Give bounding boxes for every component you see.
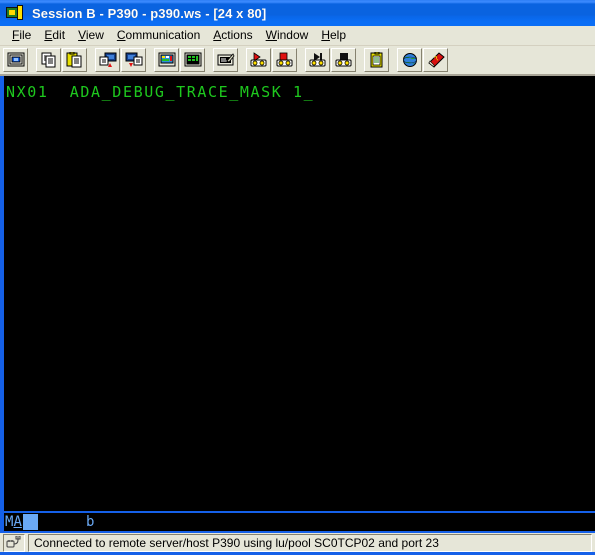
window-title: Session B - P390 - p390.ws - [24 x 80] [32,5,267,21]
play-macro-icon [309,52,327,68]
menu-rest-file: ile [19,28,32,42]
oia-indicator-underlined: A [13,514,22,530]
edit-screen-icon [217,52,235,68]
connection-plug-icon[interactable] [3,533,25,552]
menu-accel-window: W [265,28,277,42]
terminal-line-1-text: NX01 ADA_DEBUG_TRACE_MASK 1 [6,83,304,101]
toolbar-group-display [154,48,206,72]
toolbar-button-paste[interactable] [62,48,87,72]
toolbar-button-globe[interactable] [397,48,422,72]
terminal-screen[interactable]: NX01 ADA_DEBUG_TRACE_MASK 1_ [0,76,595,511]
menu-item-help[interactable]: Help [315,27,353,44]
toolbar-button-record-macro[interactable] [246,48,271,72]
toolbar-group-record [246,48,298,72]
toolbar-group-clipboard [36,48,88,72]
toolbar-group-session [3,48,29,72]
receive-file-icon [125,52,143,68]
copy-icon [40,52,58,68]
menu-item-communication[interactable]: Communication [111,27,207,44]
stop-playing-icon [335,52,353,68]
toolbar-group-help: ? [397,48,449,72]
toolbar-button-help[interactable]: ? [423,48,448,72]
toolbar-button-keypad[interactable] [180,48,205,72]
display-setup-icon [158,52,176,68]
menu-item-actions[interactable]: Actions [207,27,259,44]
record-macro-icon [250,52,268,68]
toolbar-button-stop-recording[interactable] [272,48,297,72]
status-bar: Connected to remote server/host P390 usi… [0,533,595,555]
menu-bar: File Edit View Communication Actions Win… [0,26,595,46]
menu-item-window[interactable]: Window [260,27,316,44]
toolbar-group-notepad [364,48,390,72]
toolbar-group-filetransfer [95,48,147,72]
menu-rest-edit: dit [52,28,66,42]
menu-rest-communication: ommunication [125,28,201,42]
title-bar[interactable]: Session B - P390 - p390.ws - [24 x 80] [0,0,595,26]
toolbar-button-display-session[interactable] [3,48,28,72]
terminal-cursor: _ [303,83,315,101]
menu-rest-view: iew [85,28,104,42]
display-session-icon [7,52,25,68]
menu-item-view[interactable]: View [72,27,111,44]
toolbar-button-clipboard[interactable] [364,48,389,72]
toolbar-button-edit-screen[interactable] [213,48,238,72]
menu-item-edit[interactable]: Edit [38,27,72,44]
toolbar-button-receive-file[interactable] [121,48,146,72]
globe-icon [401,52,419,68]
clipboard-icon [368,52,386,68]
help-book-icon: ? [427,52,445,68]
menu-accel-help: H [321,28,330,42]
toolbar-button-send-file[interactable] [95,48,120,72]
send-file-icon [99,52,117,68]
oia-field-indicator: b [86,514,95,530]
menu-rest-actions: ctions [221,28,253,42]
toolbar-button-copy[interactable] [36,48,61,72]
oia-shift-block [22,514,38,530]
emulator-window: Session B - P390 - p390.ws - [24 x 80] F… [0,0,595,555]
operator-information-area: MA b [0,511,595,533]
oia-indicator: MA [5,514,22,530]
menu-accel-view: V [78,28,86,42]
toolbar-group-play [305,48,357,72]
toolbar-button-display-setup[interactable] [154,48,179,72]
toolbar-button-play-macro[interactable] [305,48,330,72]
toolbar-button-stop-playing[interactable] [331,48,356,72]
toolbar-group-editscreen [213,48,239,72]
menu-accel-communication: C [116,28,126,42]
terminal-session-icon [6,4,24,22]
terminal-line-1: NX01 ADA_DEBUG_TRACE_MASK 1_ [4,76,595,102]
status-message: Connected to remote server/host P390 usi… [28,533,592,552]
keypad-icon [184,52,202,68]
menu-rest-window: indow [276,28,309,42]
paste-icon [66,52,84,68]
menu-item-file[interactable]: File [6,27,38,44]
stop-recording-icon [276,52,294,68]
toolbar: ? [0,46,595,76]
menu-rest-help: elp [329,28,346,42]
